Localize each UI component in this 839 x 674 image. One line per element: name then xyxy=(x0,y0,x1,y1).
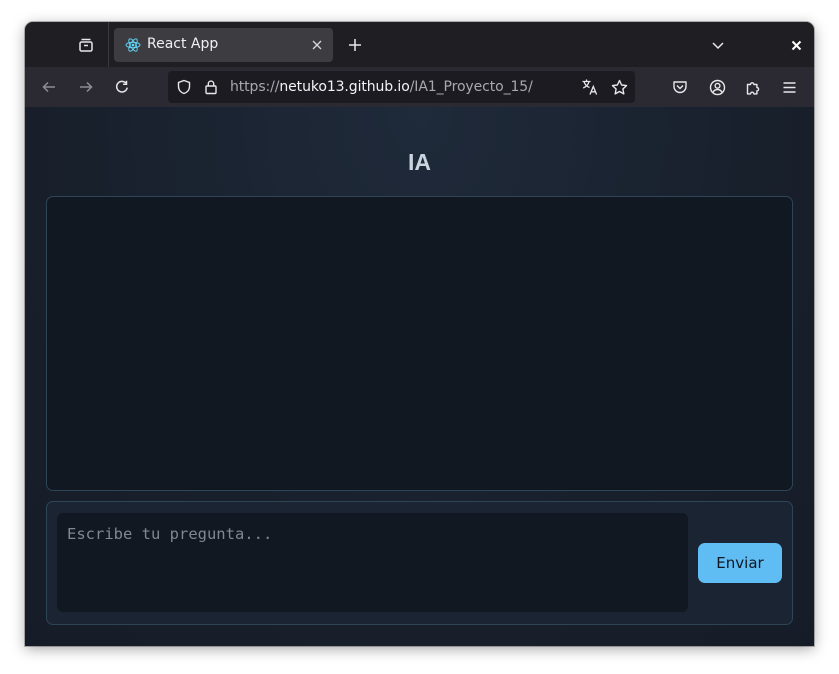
navigation-bar: https://netuko13.github.io/IA1_Proyecto_… xyxy=(25,67,814,107)
account-icon[interactable] xyxy=(706,76,728,98)
arrow-right-icon[interactable] xyxy=(75,76,97,98)
tab-react-app[interactable]: React App xyxy=(114,28,333,62)
arrow-left-icon[interactable] xyxy=(38,76,60,98)
reload-icon[interactable] xyxy=(111,76,133,98)
page-content: IA Enviar xyxy=(25,107,814,646)
translate-icon[interactable] xyxy=(579,77,601,97)
url-path: /IA1_Proyecto_15/ xyxy=(409,79,533,95)
url-text[interactable]: https://netuko13.github.io/IA1_Proyecto_… xyxy=(230,79,533,95)
send-button[interactable]: Enviar xyxy=(698,543,782,583)
url-host: netuko13.github.io xyxy=(279,79,410,95)
url-scheme: https:// xyxy=(230,79,280,95)
window-close-icon[interactable] xyxy=(785,34,807,56)
lock-icon[interactable] xyxy=(201,77,221,97)
page-title: IA xyxy=(408,149,431,175)
tab-close-icon[interactable] xyxy=(307,35,327,55)
star-icon[interactable] xyxy=(608,77,630,97)
pocket-icon[interactable] xyxy=(669,76,691,98)
browser-window: React App https://netuko13.github.io/IA1… xyxy=(25,22,814,646)
url-bar[interactable]: https://netuko13.github.io/IA1_Proyecto_… xyxy=(168,71,635,103)
question-input[interactable] xyxy=(57,513,688,612)
chevron-down-icon[interactable] xyxy=(707,34,729,56)
hamburger-icon[interactable] xyxy=(778,76,800,98)
question-form: Enviar xyxy=(46,501,793,625)
chat-messages-area xyxy=(46,196,793,491)
tab-title: React App xyxy=(147,36,219,52)
tab-bar: React App xyxy=(25,22,814,67)
tab-divider xyxy=(108,22,109,67)
puzzle-icon[interactable] xyxy=(742,76,764,98)
plus-icon[interactable] xyxy=(344,34,366,56)
collection-icon[interactable] xyxy=(75,34,97,56)
shield-icon[interactable] xyxy=(174,77,194,97)
react-logo-icon xyxy=(125,37,141,53)
